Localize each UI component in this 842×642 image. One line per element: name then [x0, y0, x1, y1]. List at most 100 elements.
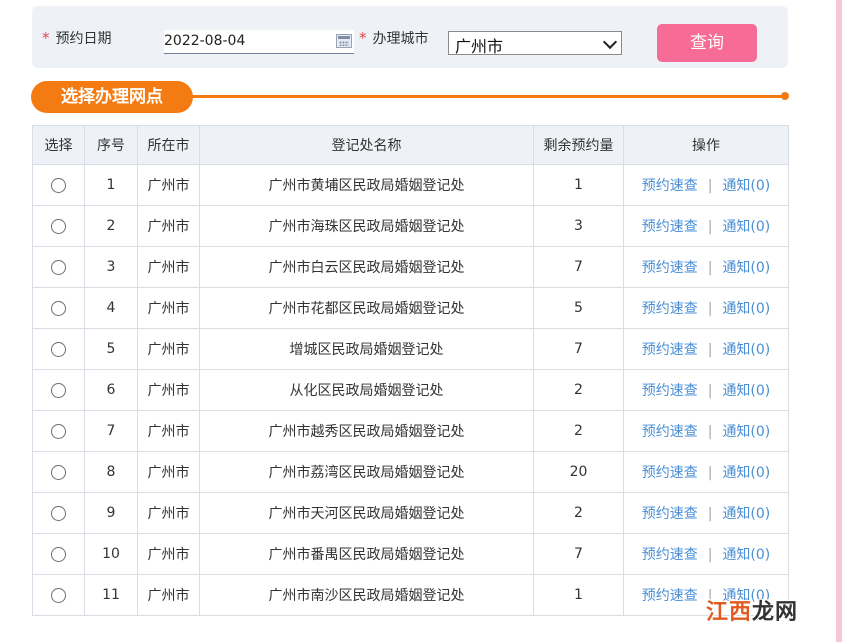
row-radio[interactable]: [51, 177, 66, 193]
table-header-row: 选择 序号 所在市 登记处名称 剩余预约量 操作: [32, 125, 789, 165]
book-quick-link[interactable]: 预约速查: [642, 465, 698, 481]
table-row: 4 广州市 广州市花都区民政局婚姻登记处 5 预约速查 | 通知(0): [32, 287, 789, 329]
watermark-logo: 江西龙网: [706, 594, 810, 628]
table-row: 10 广州市 广州市番禺区民政局婚姻登记处 7 预约速查 | 通知(0): [32, 533, 789, 575]
city-select[interactable]: 广州市: [448, 31, 622, 56]
date-input[interactable]: 2022-08-04: [164, 30, 354, 54]
row-office-name: 广州市花都区民政局婚姻登记处: [199, 287, 534, 329]
chevron-down-icon: [602, 34, 618, 50]
notify-link[interactable]: 通知(0): [722, 383, 770, 399]
table-row: 1 广州市 广州市黄埔区民政局婚姻登记处 1 预约速查 | 通知(0): [32, 164, 789, 206]
row-select-cell: [32, 246, 85, 288]
query-button[interactable]: 查询: [657, 24, 757, 62]
row-select-cell: [32, 205, 85, 247]
row-radio[interactable]: [51, 546, 66, 562]
row-radio[interactable]: [51, 587, 66, 603]
row-city: 广州市: [137, 492, 200, 534]
row-city: 广州市: [137, 164, 200, 206]
calendar-icon[interactable]: [336, 34, 352, 48]
search-panel: * 预约日期 2022-08-04 * 办理城市 广州市 查询: [32, 6, 788, 68]
row-actions: 预约速查 | 通知(0): [623, 328, 789, 370]
action-separator: |: [707, 465, 713, 481]
row-select-cell: [32, 287, 85, 329]
notify-link[interactable]: 通知(0): [722, 424, 770, 440]
row-office-name: 增城区民政局婚姻登记处: [199, 328, 534, 370]
row-actions: 预约速查 | 通知(0): [623, 287, 789, 329]
row-office-name: 广州市海珠区民政局婚姻登记处: [199, 205, 534, 247]
row-city: 广州市: [137, 287, 200, 329]
notify-link[interactable]: 通知(0): [722, 342, 770, 358]
row-radio[interactable]: [51, 423, 66, 439]
row-office-name: 广州市天河区民政局婚姻登记处: [199, 492, 534, 534]
row-radio[interactable]: [51, 341, 66, 357]
action-separator: |: [707, 219, 713, 235]
row-remaining: 7: [533, 328, 624, 370]
row-remaining: 20: [533, 451, 624, 493]
row-actions: 预约速查 | 通知(0): [623, 451, 789, 493]
city-label: * 办理城市: [359, 28, 429, 48]
row-radio[interactable]: [51, 464, 66, 480]
book-quick-link[interactable]: 预约速查: [642, 506, 698, 522]
row-select-cell: [32, 410, 85, 452]
book-quick-link[interactable]: 预约速查: [642, 219, 698, 235]
row-radio[interactable]: [51, 382, 66, 398]
row-index: 10: [84, 533, 138, 575]
row-city: 广州市: [137, 410, 200, 452]
table-row: 11 广州市 广州市南沙区民政局婚姻登记处 1 预约速查 | 通知(0): [32, 574, 789, 616]
header-name: 登记处名称: [199, 125, 534, 165]
row-index: 2: [84, 205, 138, 247]
row-actions: 预约速查 | 通知(0): [623, 164, 789, 206]
notify-link[interactable]: 通知(0): [722, 547, 770, 563]
notify-link[interactable]: 通知(0): [722, 260, 770, 276]
book-quick-link[interactable]: 预约速查: [642, 260, 698, 276]
row-index: 7: [84, 410, 138, 452]
row-actions: 预约速查 | 通知(0): [623, 533, 789, 575]
row-city: 广州市: [137, 328, 200, 370]
row-radio[interactable]: [51, 300, 66, 316]
row-city: 广州市: [137, 533, 200, 575]
row-index: 8: [84, 451, 138, 493]
row-city: 广州市: [137, 369, 200, 411]
table-row: 6 广州市 从化区民政局婚姻登记处 2 预约速查 | 通知(0): [32, 369, 789, 411]
row-radio[interactable]: [51, 218, 66, 234]
watermark-text: 江西: [706, 600, 753, 625]
notify-link[interactable]: 通知(0): [722, 301, 770, 317]
row-radio[interactable]: [51, 259, 66, 275]
row-office-name: 广州市越秀区民政局婚姻登记处: [199, 410, 534, 452]
row-remaining: 2: [533, 492, 624, 534]
book-quick-link[interactable]: 预约速查: [642, 424, 698, 440]
book-quick-link[interactable]: 预约速查: [642, 547, 698, 563]
page-edge-stripe: [836, 0, 842, 642]
book-quick-link[interactable]: 预约速查: [642, 383, 698, 399]
watermark-text-tail: 龙网: [752, 600, 799, 625]
row-index: 9: [84, 492, 138, 534]
book-quick-link[interactable]: 预约速查: [642, 301, 698, 317]
book-quick-link[interactable]: 预约速查: [642, 588, 698, 604]
header-actions: 操作: [623, 125, 789, 165]
notify-link[interactable]: 通知(0): [722, 465, 770, 481]
book-quick-link[interactable]: 预约速查: [642, 342, 698, 358]
row-index: 5: [84, 328, 138, 370]
row-actions: 预约速查 | 通知(0): [623, 369, 789, 411]
row-remaining: 2: [533, 410, 624, 452]
notify-link[interactable]: 通知(0): [722, 506, 770, 522]
row-office-name: 广州市黄埔区民政局婚姻登记处: [199, 164, 534, 206]
row-office-name: 广州市番禺区民政局婚姻登记处: [199, 533, 534, 575]
row-select-cell: [32, 369, 85, 411]
book-quick-link[interactable]: 预约速查: [642, 178, 698, 194]
row-index: 4: [84, 287, 138, 329]
row-office-name: 从化区民政局婚姻登记处: [199, 369, 534, 411]
notify-link[interactable]: 通知(0): [722, 178, 770, 194]
row-select-cell: [32, 451, 85, 493]
row-remaining: 7: [533, 246, 624, 288]
action-separator: |: [707, 301, 713, 317]
row-actions: 预约速查 | 通知(0): [623, 410, 789, 452]
header-city: 所在市: [137, 125, 200, 165]
notify-link[interactable]: 通知(0): [722, 219, 770, 235]
row-select-cell: [32, 164, 85, 206]
row-radio[interactable]: [51, 505, 66, 521]
table-row: 3 广州市 广州市白云区民政局婚姻登记处 7 预约速查 | 通知(0): [32, 246, 789, 288]
row-city: 广州市: [137, 205, 200, 247]
date-input-value: 2022-08-04: [164, 33, 246, 49]
table-row: 7 广州市 广州市越秀区民政局婚姻登记处 2 预约速查 | 通知(0): [32, 410, 789, 452]
